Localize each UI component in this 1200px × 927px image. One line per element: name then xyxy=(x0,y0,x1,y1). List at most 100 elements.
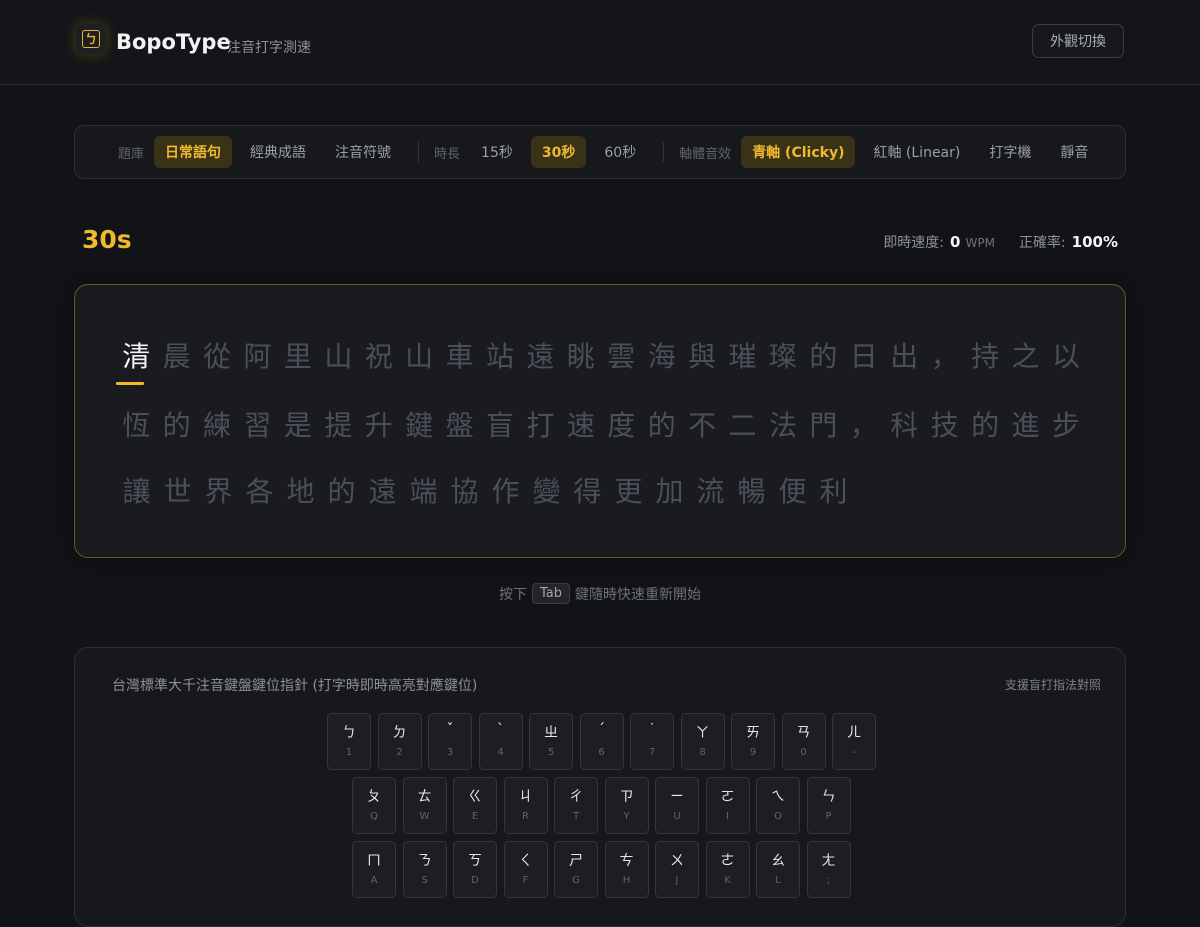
keyboard-guide: 台灣標準大千注音鍵盤鍵位指針 (打字時即時高亮對應鍵位) 支援盲打指法對照 ㄅ1… xyxy=(74,647,1126,927)
sound-option-typewriter[interactable]: 打字機 xyxy=(978,136,1042,168)
sound-option-clicky[interactable]: 青軸 (Clicky) xyxy=(741,136,856,168)
key-R: ㄐR xyxy=(503,777,548,834)
passage-char: 山 xyxy=(324,340,353,373)
passage-char: 眺 xyxy=(566,340,595,373)
passage-char: 的 xyxy=(809,340,838,373)
passage-char: 的 xyxy=(647,409,676,442)
duration-option-15[interactable]: 15秒 xyxy=(470,136,524,168)
passage-line-1: 清晨從阿里山祝山車站遠眺雲海與璀璨的日出，持之以 xyxy=(116,335,1086,375)
passage-char: 山 xyxy=(405,340,434,373)
key-bopomofo: ㄦ xyxy=(847,725,861,741)
sound-option-linear[interactable]: 紅軸 (Linear) xyxy=(862,136,971,168)
passage-char: 阿 xyxy=(243,340,272,373)
key-latin: 8 xyxy=(699,747,706,758)
key-1: ㄅ1 xyxy=(327,713,371,770)
app-header: ㄅ BopoType 注音打字測速 外觀切換 xyxy=(0,0,1200,85)
passage-char: 提 xyxy=(324,409,353,442)
key-bopomofo: ㄇ xyxy=(367,853,381,869)
key-D: ㄎD xyxy=(453,841,497,898)
passage-char: 盲 xyxy=(486,409,515,442)
accuracy-value: 100% xyxy=(1071,233,1118,251)
key-latin: D xyxy=(471,875,479,886)
duration-option-60[interactable]: 60秒 xyxy=(593,136,647,168)
app-title: BopoType xyxy=(116,30,231,54)
key-4: ˋ4 xyxy=(478,713,523,770)
keyboard-title: 台灣標準大千注音鍵盤鍵位指針 (打字時即時高亮對應鍵位) xyxy=(112,678,478,694)
passage-char: 科 xyxy=(890,409,919,442)
bank-option-daily[interactable]: 日常語句 xyxy=(154,136,233,168)
key-bopomofo: ㄉ xyxy=(392,725,407,741)
key-latin: ; xyxy=(826,875,831,886)
passage-char: 里 xyxy=(283,340,312,373)
passage-char: 作 xyxy=(491,475,520,508)
passage-char: 加 xyxy=(655,475,684,508)
key-latin: I xyxy=(726,811,729,822)
passage-char: 技 xyxy=(930,409,959,442)
key-bopomofo: ㄨ xyxy=(670,853,684,869)
key-latin: U xyxy=(673,811,681,822)
key-8: ㄚ8 xyxy=(680,713,725,770)
passage-char: 恆 xyxy=(122,409,151,442)
key-latin: G xyxy=(572,875,580,886)
key-latin: O xyxy=(774,811,782,822)
key-E: ㄍE xyxy=(453,777,497,834)
key-latin: 7 xyxy=(648,747,656,758)
key-0: ㄢ0 xyxy=(781,713,826,770)
divider xyxy=(663,142,665,162)
speed-unit: WPM xyxy=(965,236,995,250)
key-P: ㄣP xyxy=(806,777,851,834)
passage-char: 璀 xyxy=(728,340,757,373)
passage-char: 站 xyxy=(486,340,515,373)
passage-char: ， xyxy=(849,409,878,442)
keyboard-note: 支援盲打指法對照 xyxy=(1004,678,1101,692)
passage-char: 度 xyxy=(607,409,636,442)
restart-hint: 按下 Tab 鍵隨時快速重新開始 xyxy=(0,583,1200,604)
key-bopomofo: ˇ xyxy=(446,722,454,738)
sound-option-mute[interactable]: 靜音 xyxy=(1049,136,1099,168)
theme-toggle-button[interactable]: 外觀切換 xyxy=(1032,24,1124,58)
keyboard-row-home: ㄇ A ㄋ S ㄎ D ㄑ F ㄕ G ㄘ H ㄨ J ㄜ K ㄠ L ㄤ; xyxy=(352,841,857,898)
key-6: ˊ6 xyxy=(579,713,624,770)
key-bopomofo: ㄞ xyxy=(746,725,760,741)
key-K: ㄜK xyxy=(705,841,750,898)
key-latin: W xyxy=(419,811,430,822)
bank-option-symbols[interactable]: 注音符號 xyxy=(324,136,402,168)
key-bopomofo: ㄊ xyxy=(417,789,432,805)
key-2: ㄉ2 xyxy=(377,713,422,770)
duration-option-30[interactable]: 30秒 xyxy=(530,136,587,168)
key-bopomofo: ㄣ xyxy=(821,789,836,805)
key-L: ㄠL xyxy=(756,841,800,898)
passage-char: 世 xyxy=(163,475,192,508)
passage-char: 暢 xyxy=(737,475,766,508)
key-bopomofo: ㄆ xyxy=(367,789,381,805)
live-stats: 即時速度: 0 WPM 正確率: 100% xyxy=(883,232,1118,252)
key-latin: S xyxy=(421,875,428,886)
passage-char: 日 xyxy=(849,340,878,373)
key-9: ㄞ9 xyxy=(731,713,775,770)
key-bopomofo: ˙ xyxy=(648,722,656,738)
key-bopomofo: ㄧ xyxy=(670,789,684,805)
key-A: ㄇA xyxy=(352,841,396,898)
passage-char: 更 xyxy=(614,475,643,508)
key-H: ㄘH xyxy=(604,841,649,898)
key-;: ㄤ; xyxy=(806,841,851,898)
passage-char: 地 xyxy=(286,475,315,508)
passage-char: 門 xyxy=(809,409,838,442)
passage-char: 練 xyxy=(203,409,232,442)
typing-area[interactable]: 清晨從阿里山祝山車站遠眺雲海與璀璨的日出，持之以 恆的練習是提升鍵盤盲打速度的不… xyxy=(74,284,1126,558)
passage-char: 之 xyxy=(1011,340,1040,373)
key-bopomofo: ㄛ xyxy=(720,789,735,805)
passage-char: 得 xyxy=(573,475,602,508)
key-bopomofo: ㄋ xyxy=(417,853,432,869)
passage-char: 的 xyxy=(327,475,356,508)
key-bopomofo: ㄐ xyxy=(518,789,533,805)
passage-char: 從 xyxy=(203,340,232,373)
passage-char: 與 xyxy=(688,340,717,373)
keyboard-row-numbers: ㄅ 1 ㄉ 2 ˇ 3 ˋ 4 ㄓ 5 ˊ 6 ˙ 7 ㄚ 8 ㄞ 9 ㄢ 0 ㄦ - xyxy=(327,713,883,770)
key-latin: H xyxy=(622,875,631,886)
bank-option-idioms[interactable]: 經典成語 xyxy=(239,136,317,168)
key-latin: K xyxy=(724,875,731,886)
key-bopomofo: ㄟ xyxy=(771,789,785,805)
passage-char: 鍵 xyxy=(405,409,434,442)
key-latin: 5 xyxy=(547,747,555,758)
